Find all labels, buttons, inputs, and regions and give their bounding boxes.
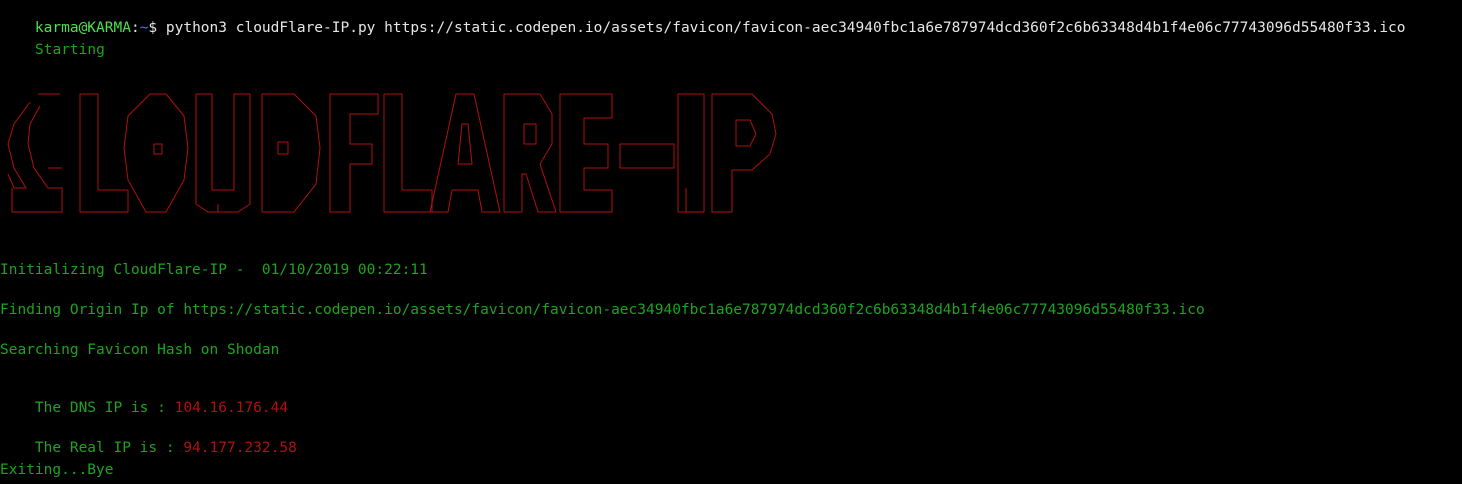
prompt-line: karma@KARMA:~$ python3 cloudFlare-IP.py … <box>0 1 1406 55</box>
prompt-command: python3 cloudFlare-IP.py https://static.… <box>165 20 1406 36</box>
dns-ip-value: 104.16.176.44 <box>174 400 289 416</box>
prompt-separator: : <box>130 20 140 36</box>
starting-text: Starting <box>35 42 105 58</box>
initializing-line: Initializing CloudFlare-IP - 01/10/2019 … <box>0 262 428 278</box>
searching-shodan-line: Searching Favicon Hash on Shodan <box>0 342 280 358</box>
prompt-symbol: $ <box>148 20 158 36</box>
real-ip-label: The Real IP is : <box>34 440 184 456</box>
finding-origin-line: Finding Origin Ip of https://static.code… <box>0 302 1205 318</box>
terminal-window[interactable]: karma@KARMA:~$ python3 cloudFlare-IP.py … <box>0 0 1462 484</box>
prompt-user-host: karma@KARMA <box>34 20 131 36</box>
cloudflare-ip-ascii-banner <box>0 84 800 224</box>
exiting-line: Exiting...Bye <box>0 462 114 478</box>
dns-ip-label: The DNS IP is : <box>34 400 175 416</box>
real-ip-value: 94.177.232.58 <box>183 440 297 456</box>
